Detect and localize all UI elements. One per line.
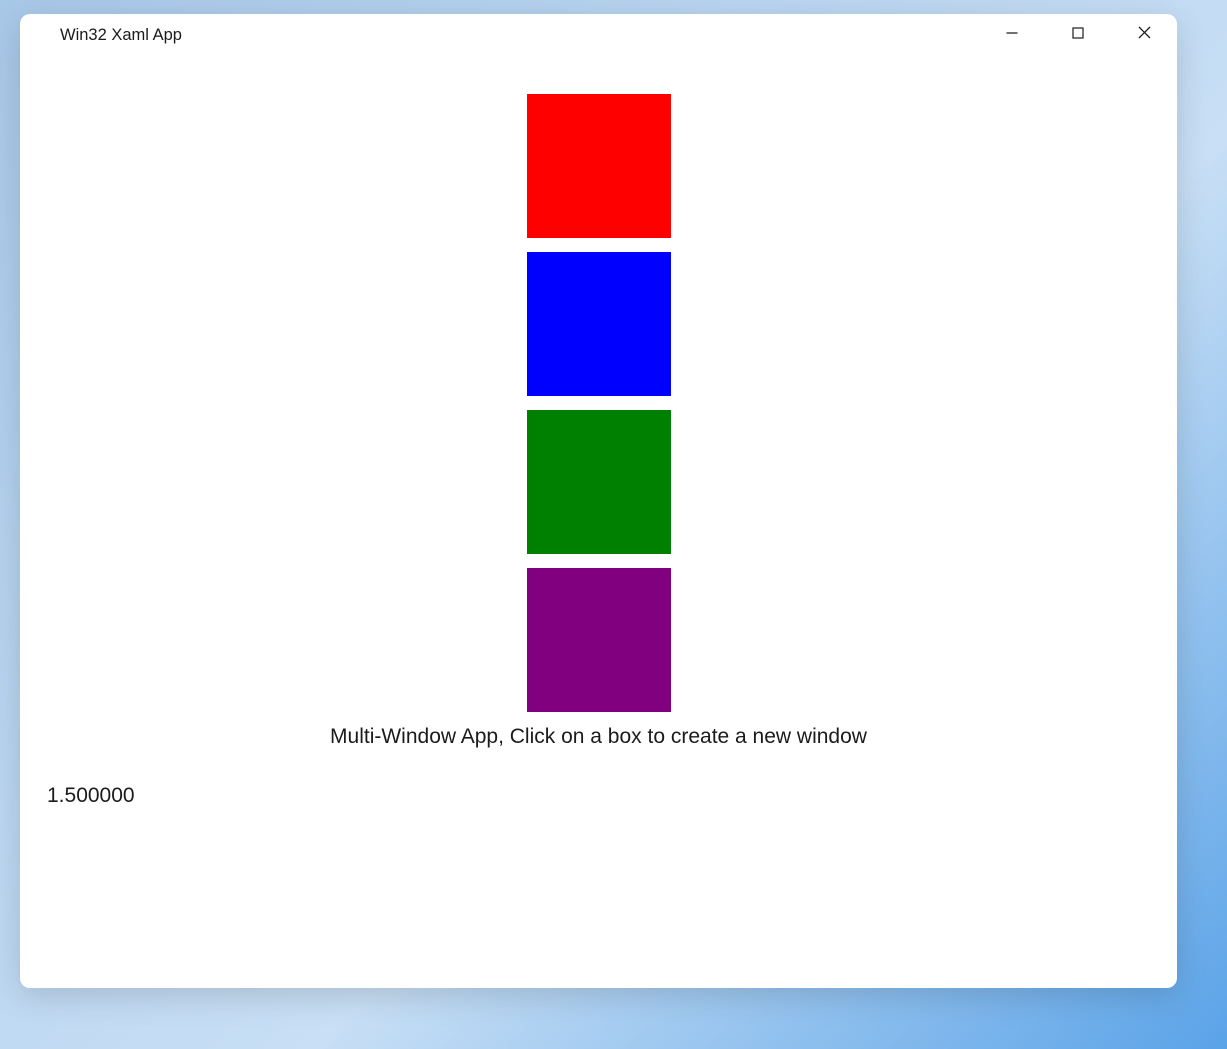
color-box-green[interactable] [527,410,671,554]
maximize-icon [1072,26,1084,44]
minimize-icon [1006,26,1018,44]
titlebar[interactable]: Win32 Xaml App [20,14,1177,56]
window-title: Win32 Xaml App [60,26,182,45]
client-area: Multi-Window App, Click on a box to crea… [20,56,1177,988]
scale-value: 1.500000 [47,784,135,808]
close-button[interactable] [1111,14,1177,56]
minimize-button[interactable] [979,14,1045,56]
color-box-purple[interactable] [527,568,671,712]
color-box-blue[interactable] [527,252,671,396]
instruction-text: Multi-Window App, Click on a box to crea… [330,725,867,749]
window-controls [979,14,1177,56]
close-icon [1138,26,1151,44]
color-box-stack [527,94,671,712]
color-box-red[interactable] [527,94,671,238]
app-window: Win32 Xaml App [20,14,1177,988]
maximize-button[interactable] [1045,14,1111,56]
